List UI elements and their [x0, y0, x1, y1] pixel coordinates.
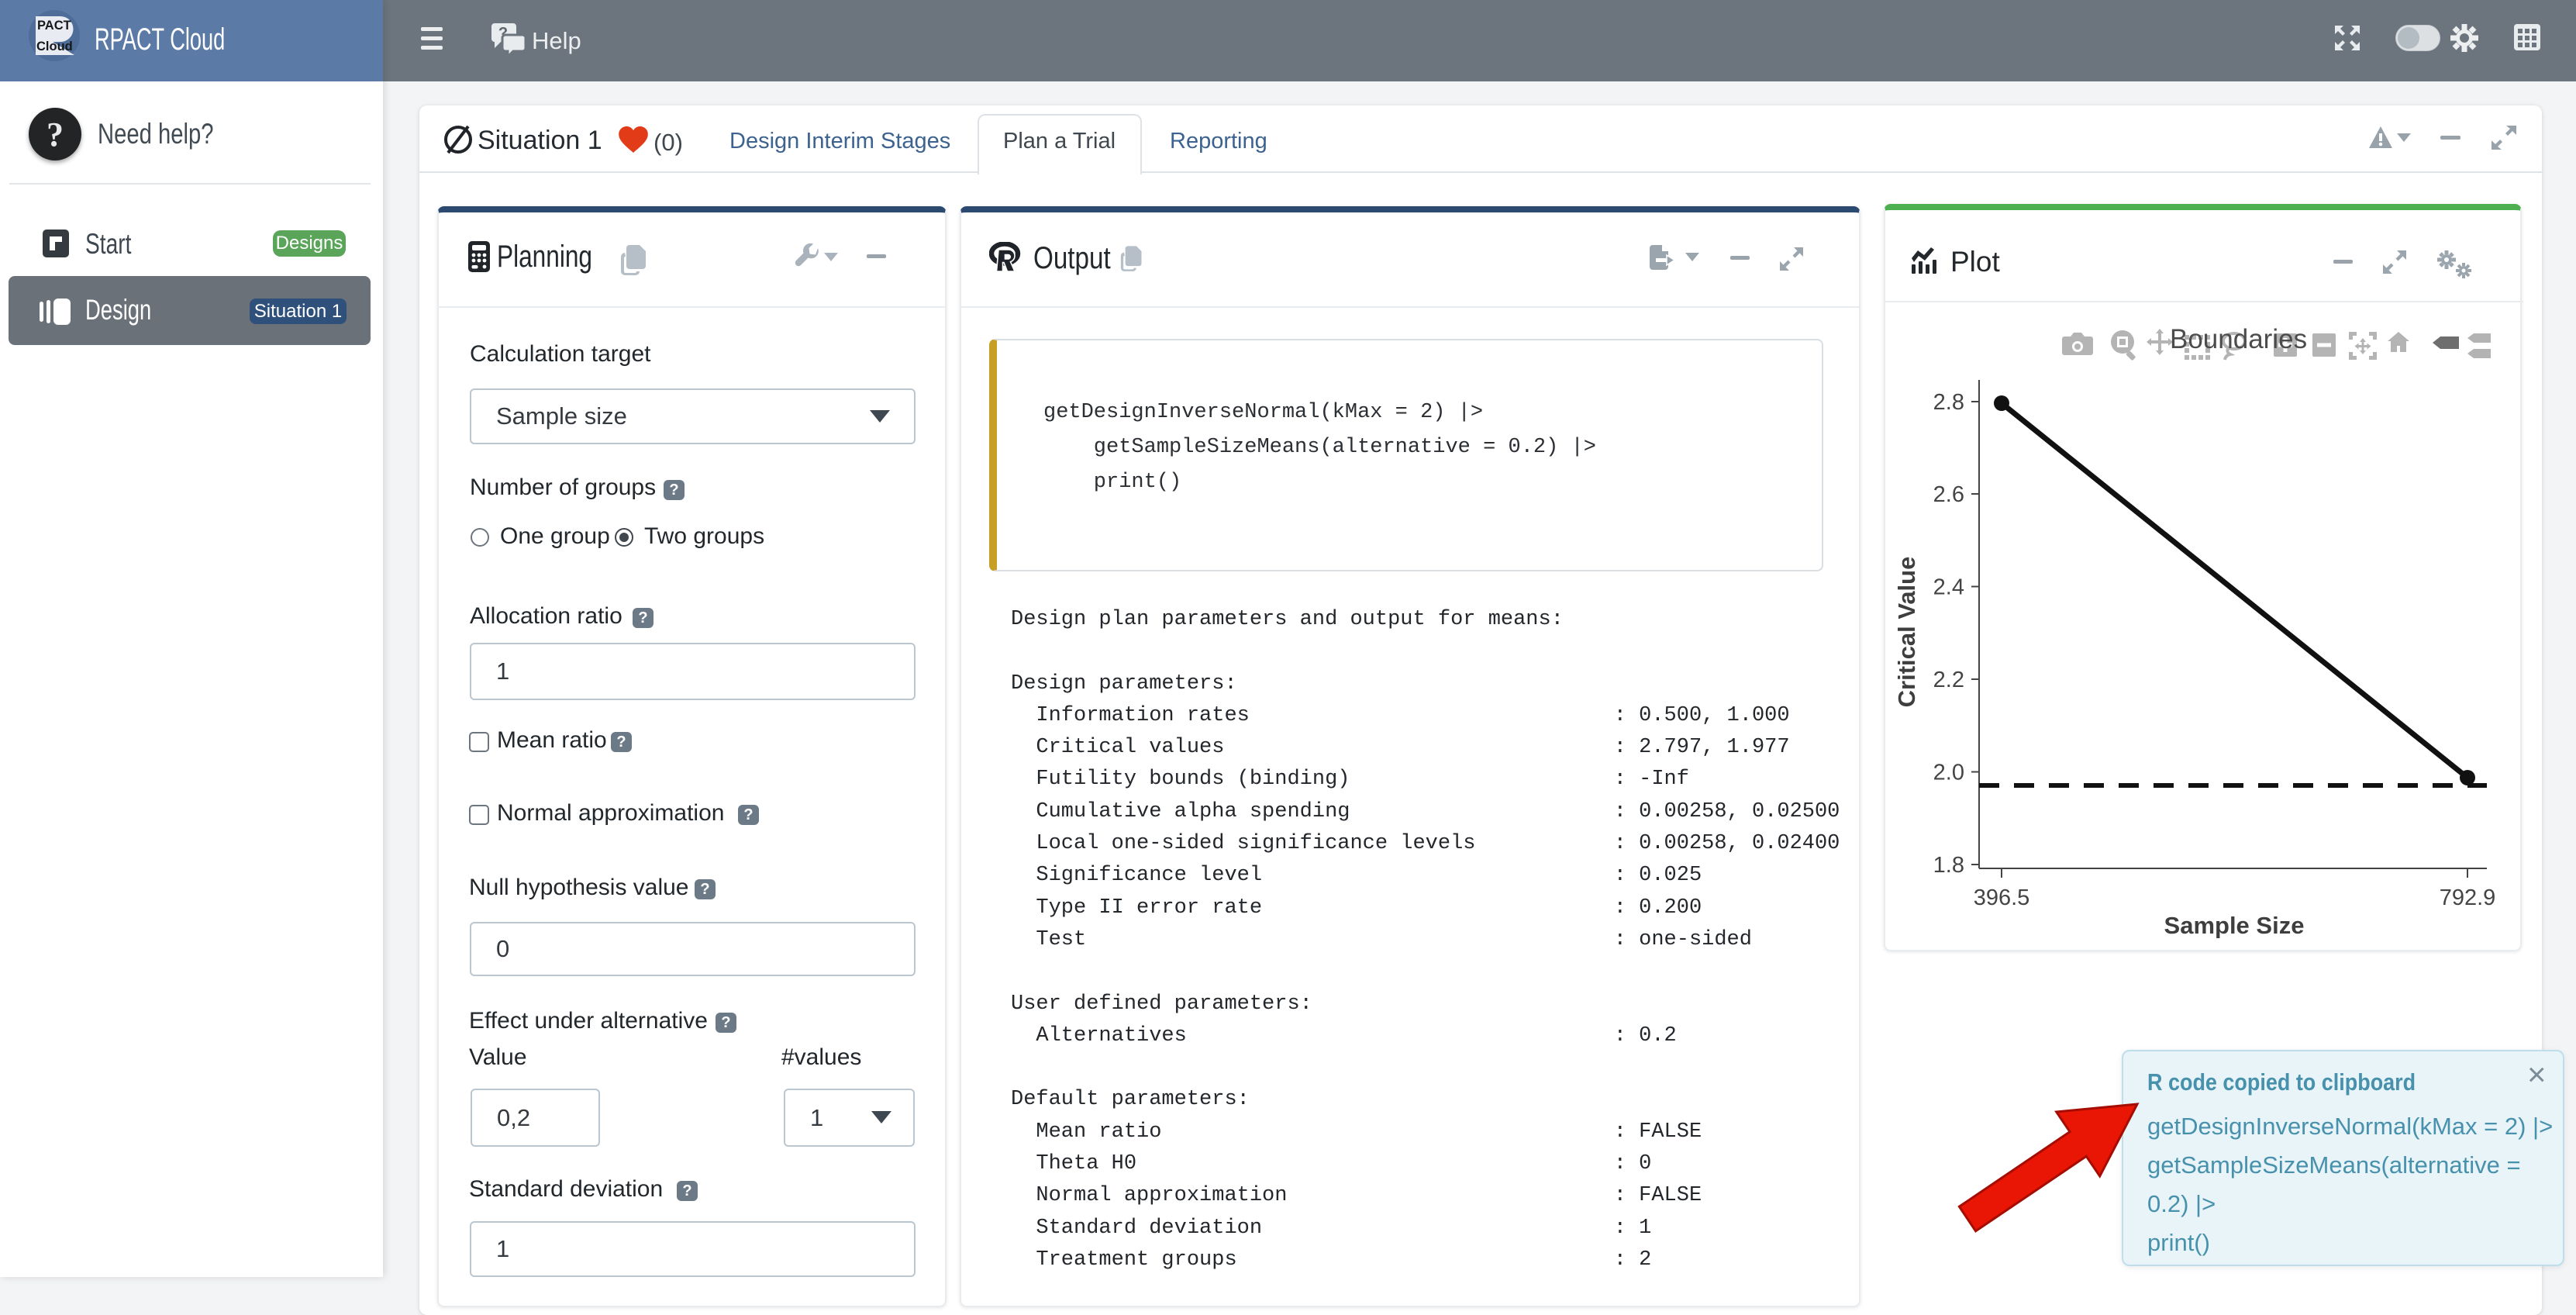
svg-text:2.8: 2.8: [1933, 390, 1964, 415]
svg-text:2.2: 2.2: [1933, 668, 1964, 692]
svg-text:2.6: 2.6: [1933, 482, 1964, 507]
svg-text:1.8: 1.8: [1933, 853, 1964, 878]
svg-text:396.5: 396.5: [1974, 885, 2030, 910]
svg-text:Critical Value: Critical Value: [1893, 557, 1920, 708]
svg-text:2.4: 2.4: [1933, 575, 1964, 600]
svg-text:Sample Size: Sample Size: [2164, 912, 2305, 938]
svg-text:PACT: PACT: [37, 19, 71, 33]
svg-text:2.0: 2.0: [1933, 761, 1964, 785]
svg-text:792.9: 792.9: [2440, 885, 2496, 910]
svg-text:Cloud: Cloud: [36, 40, 73, 53]
